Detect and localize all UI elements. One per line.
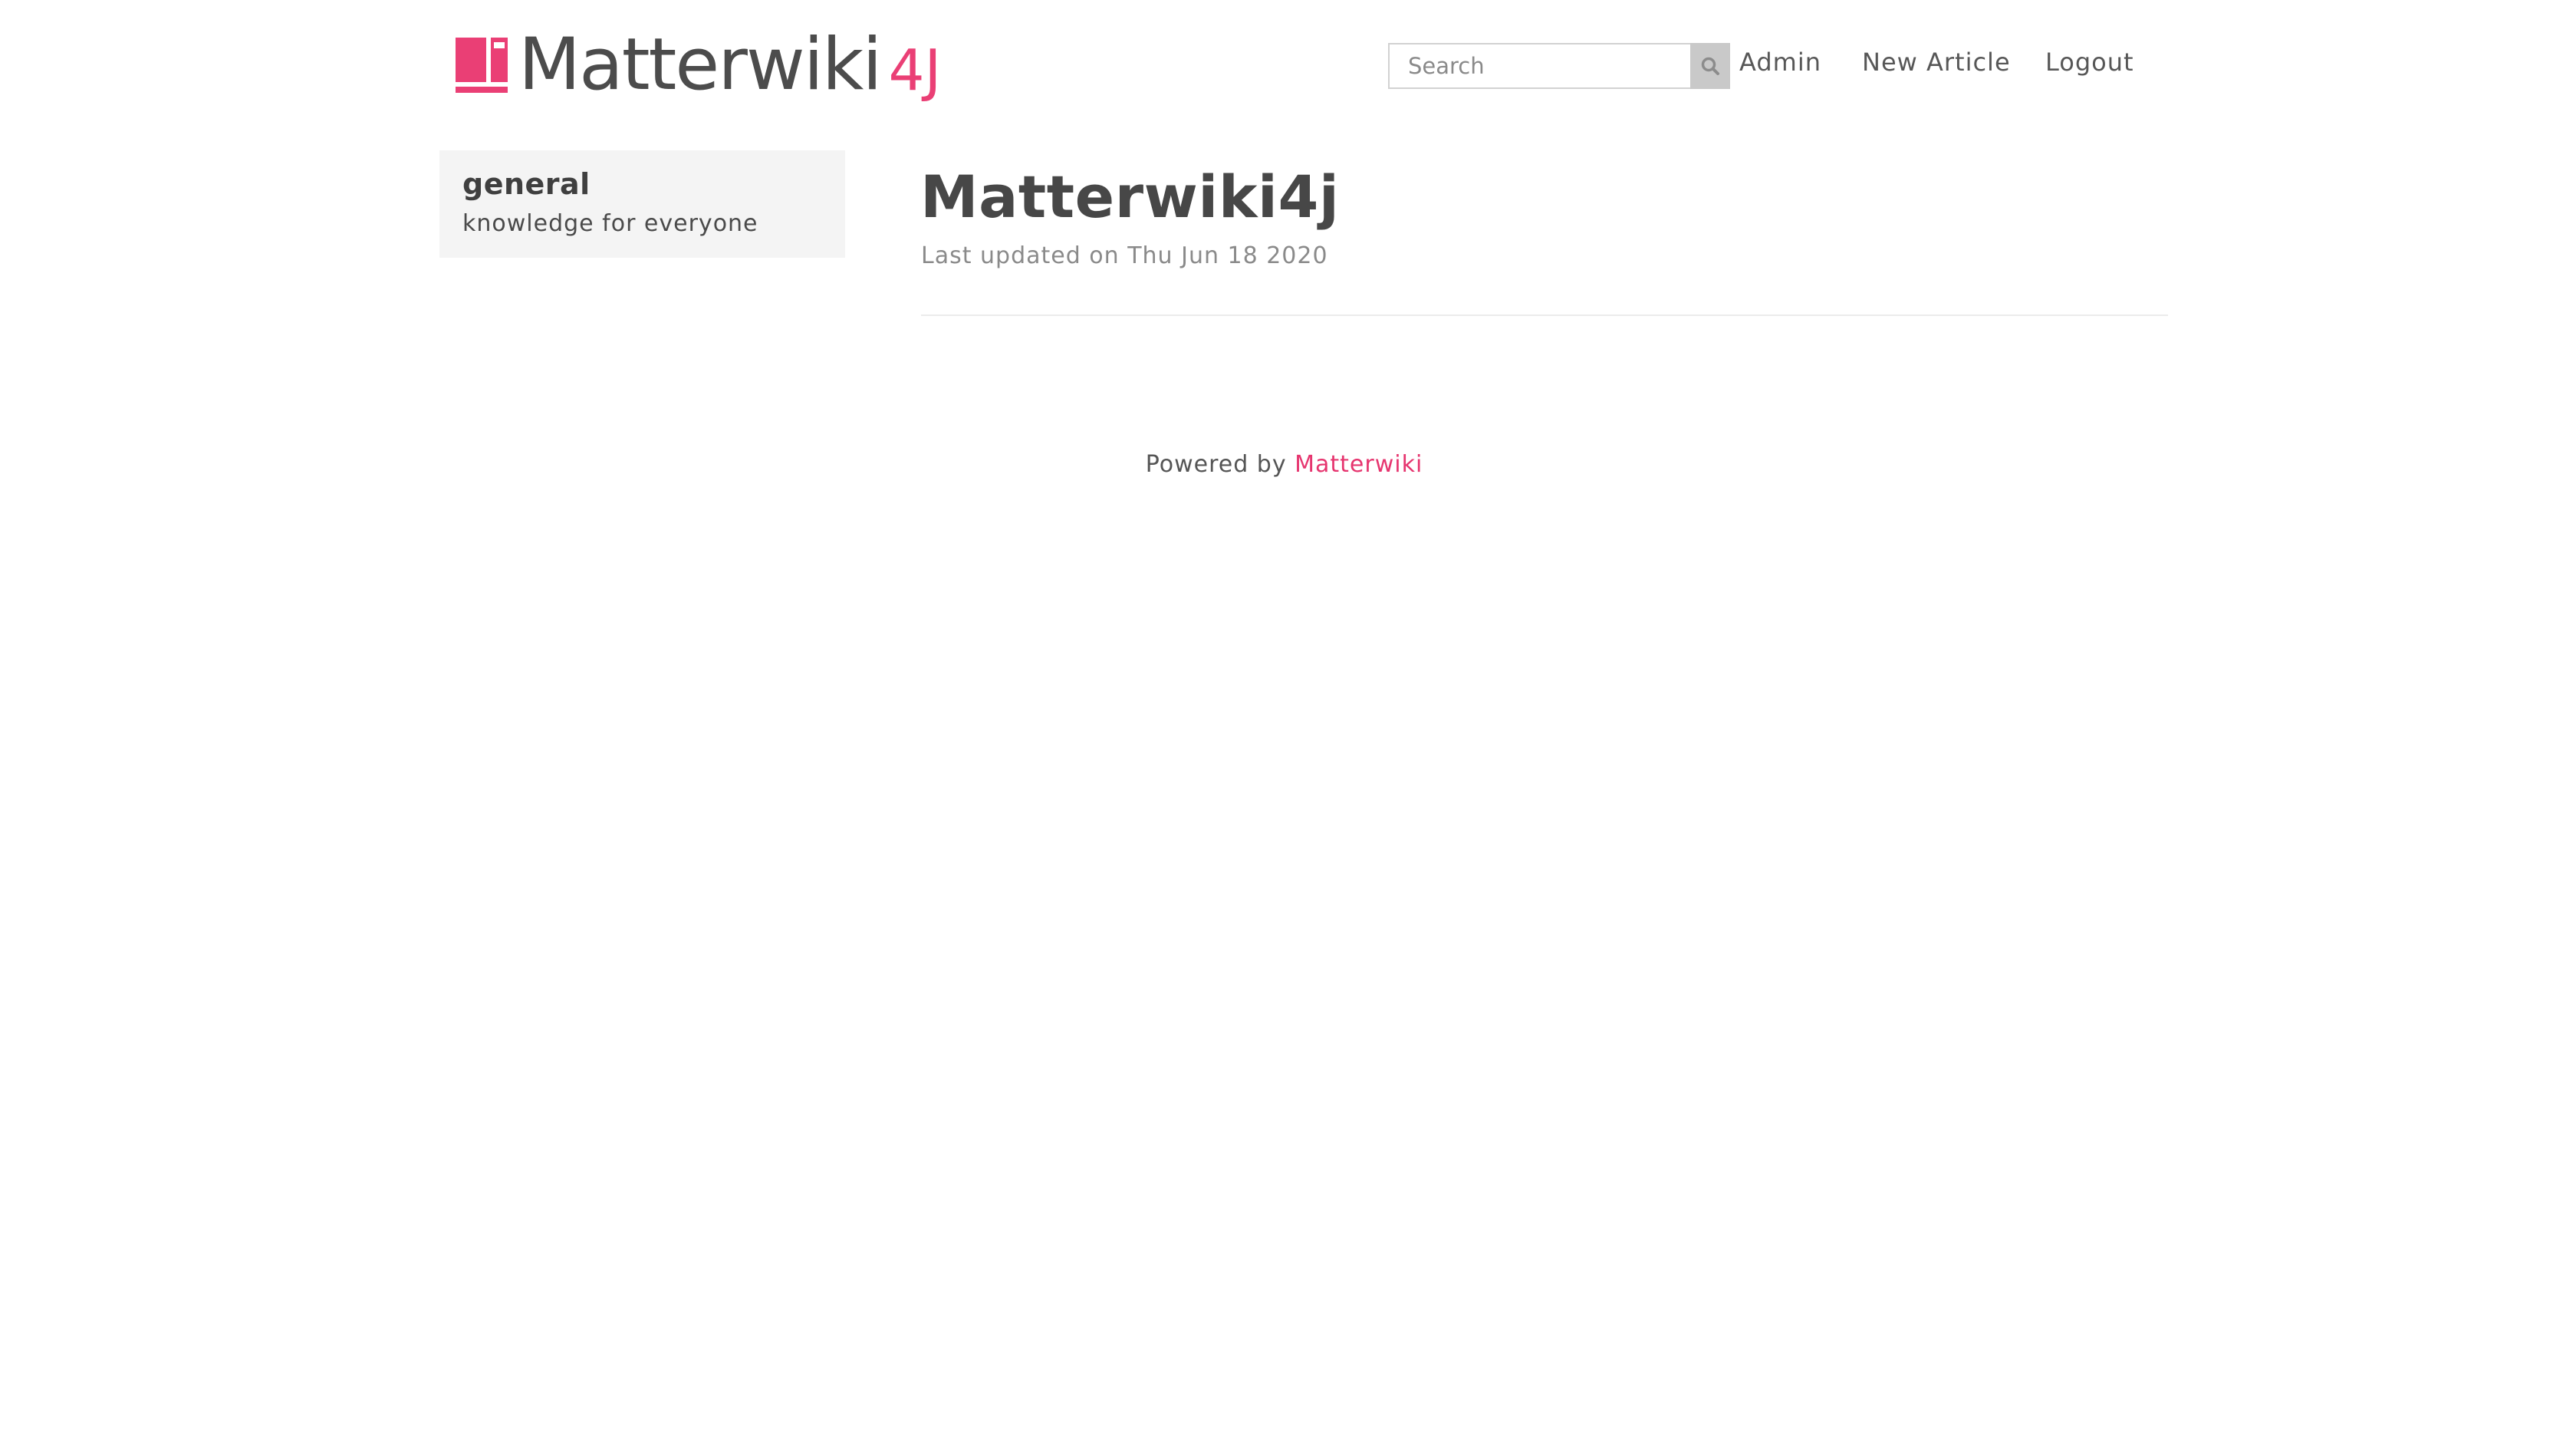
topic-description: knowledge for everyone — [462, 209, 758, 237]
search-input[interactable] — [1388, 43, 1690, 89]
search-form — [1388, 43, 1730, 89]
search-button[interactable] — [1690, 43, 1730, 89]
brand-logo-link[interactable]: Matterwiki 4J — [456, 23, 942, 107]
footer-matterwiki-link[interactable]: Matterwiki — [1295, 451, 1423, 478]
brand-name: Matterwiki — [518, 23, 882, 107]
article-last-updated: Last updated on Thu Jun 18 2020 — [921, 242, 1328, 269]
nav-admin-link[interactable]: Admin — [1739, 48, 1821, 77]
footer-prefix: Powered by — [1145, 451, 1295, 478]
sidebar-topic-general[interactable]: general knowledge for everyone — [439, 150, 845, 258]
article-divider — [921, 314, 2168, 316]
nav-new-article-link[interactable]: New Article — [1862, 48, 2011, 77]
search-icon — [1701, 57, 1719, 75]
book-stack-icon — [456, 38, 508, 93]
footer: Powered by Matterwiki — [0, 451, 2572, 478]
topic-name: general — [462, 167, 591, 201]
brand-suffix: 4J — [888, 38, 942, 104]
article-title: Matterwiki4j — [920, 163, 1340, 231]
nav-logout-link[interactable]: Logout — [2045, 48, 2134, 77]
